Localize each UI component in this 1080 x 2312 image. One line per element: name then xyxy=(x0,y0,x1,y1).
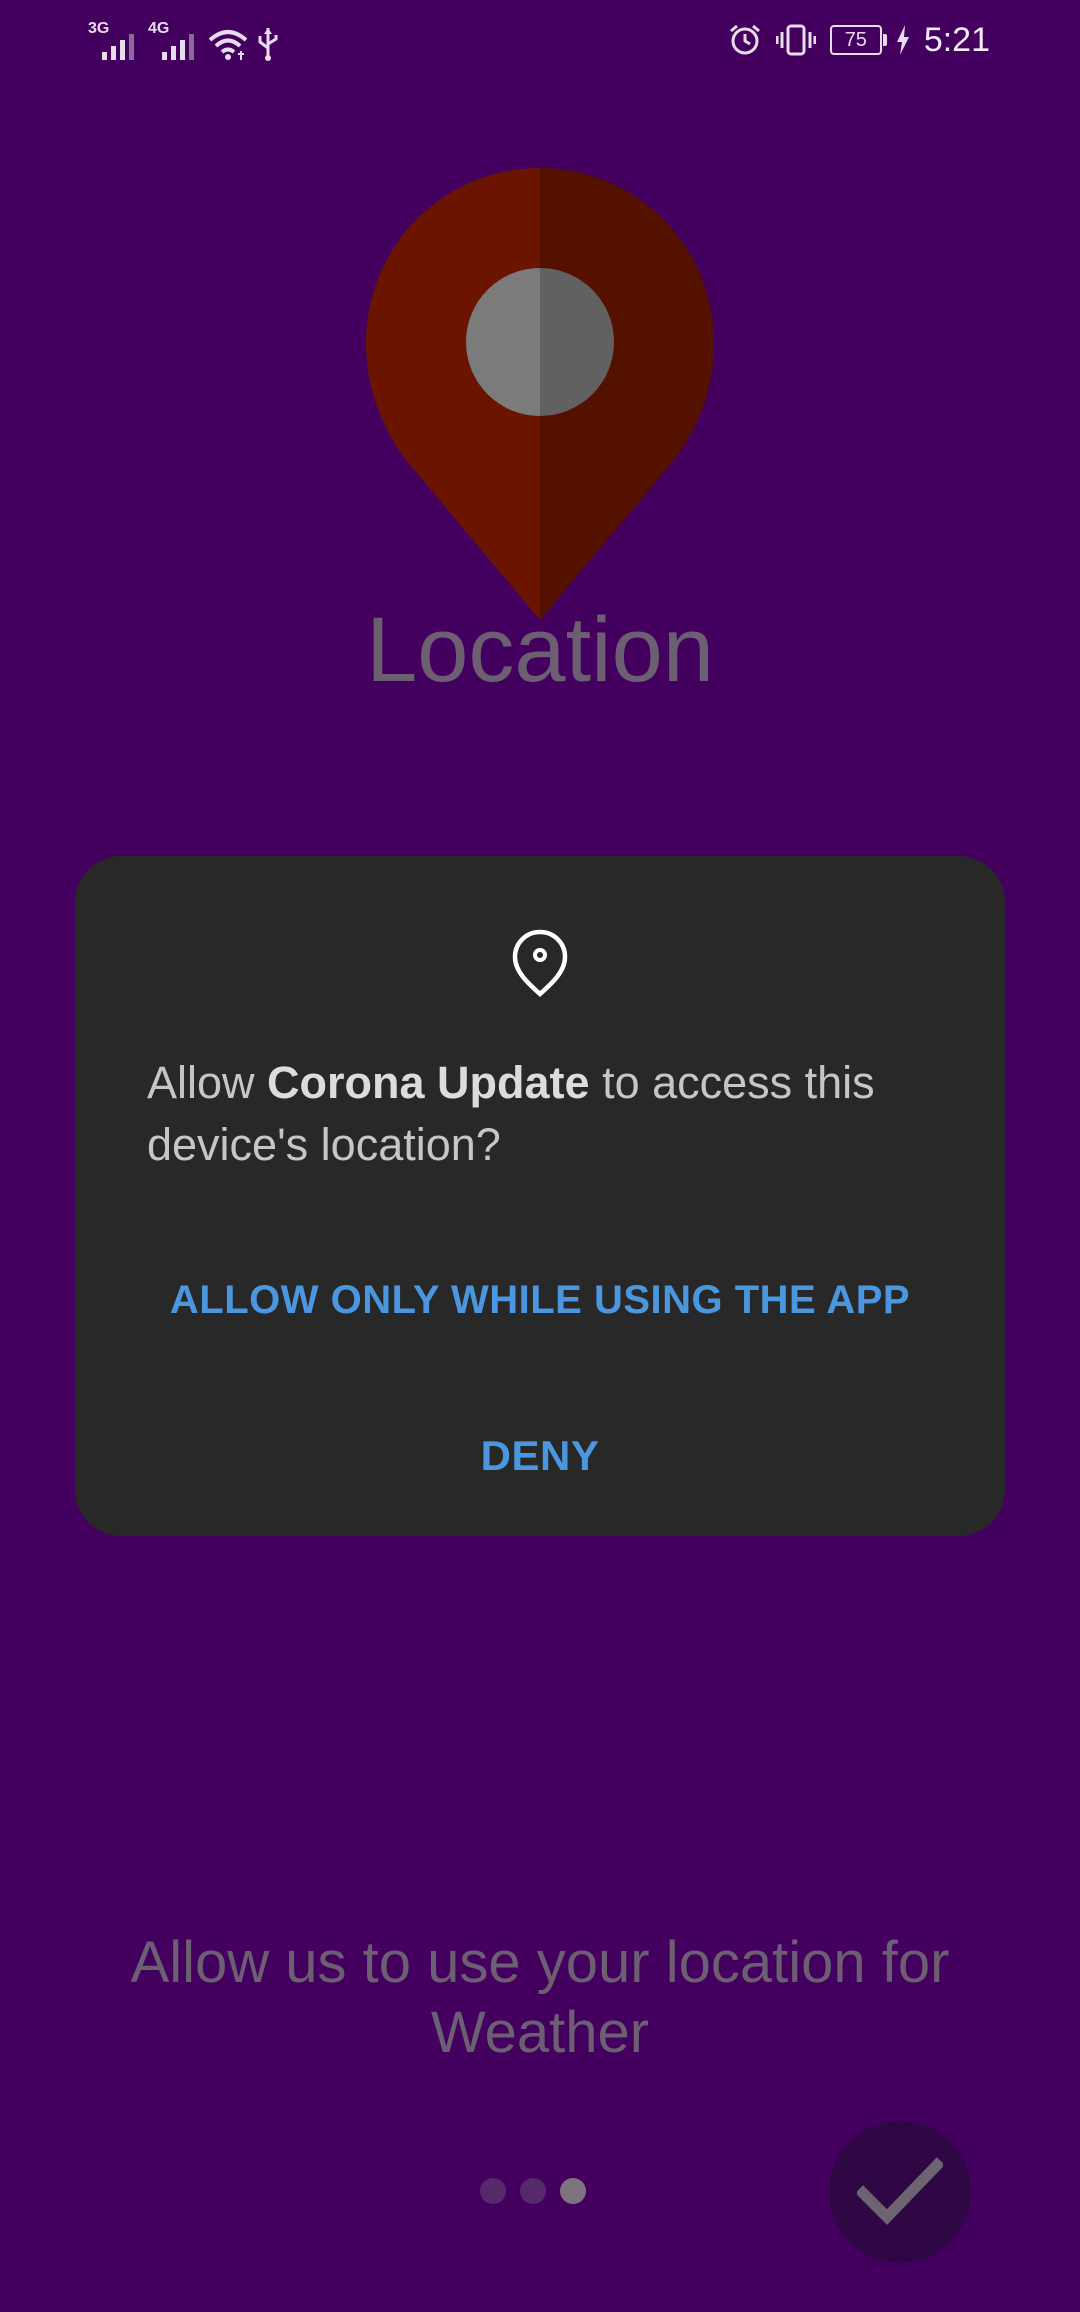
dialog-message: Allow Corona Update to access this devic… xyxy=(147,1052,947,1176)
allow-while-using-button[interactable]: ALLOW ONLY WHILE USING THE APP xyxy=(75,1260,1005,1340)
status-bar-right: 75 5:21 xyxy=(728,18,990,62)
deny-button[interactable]: DENY xyxy=(75,1416,1005,1496)
page-title: Location xyxy=(366,599,714,701)
signal-4g-icon: 4G xyxy=(148,20,200,62)
charging-icon xyxy=(896,25,909,55)
status-bar: 3G 4G 75 5:21 xyxy=(0,0,1080,80)
signal-3g-icon: 3G xyxy=(88,20,140,62)
status-bar-left: 3G 4G xyxy=(88,18,280,62)
clock: 5:21 xyxy=(923,20,990,59)
vibrate-icon xyxy=(775,24,816,56)
alarm-icon xyxy=(729,24,760,55)
usb-icon xyxy=(258,28,278,61)
page-description: Allow us to use your location for Weathe… xyxy=(130,1930,950,2065)
location-pin-outline-icon xyxy=(512,929,568,998)
page-dot-1 xyxy=(480,2178,506,2204)
checkmark-icon xyxy=(857,2157,943,2225)
permission-dialog: Allow Corona Update to access this devic… xyxy=(75,856,1005,1536)
screen: 3G 4G 75 5:21 Location Allow us to use y… xyxy=(0,0,1080,2312)
battery-icon: 75 xyxy=(829,25,887,55)
dialog-app-name: Corona Update xyxy=(267,1057,590,1108)
page-dot-3 xyxy=(560,2178,586,2204)
dialog-message-prefix: Allow xyxy=(147,1057,268,1108)
page-indicator xyxy=(480,2178,586,2204)
location-pin-icon xyxy=(366,168,714,620)
page-dot-2 xyxy=(520,2178,546,2204)
confirm-button[interactable] xyxy=(829,2121,971,2263)
wifi-icon xyxy=(208,30,248,60)
